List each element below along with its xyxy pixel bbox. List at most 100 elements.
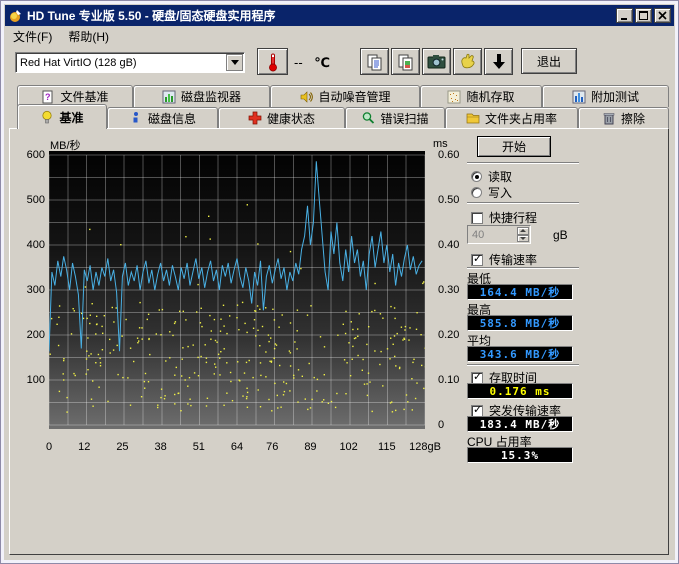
extra-tests-icon [572, 90, 586, 104]
avg-speed-display: 343.6 MB/秒 [467, 346, 573, 362]
minimize-button[interactable] [616, 8, 633, 23]
trash-icon [602, 111, 616, 125]
write-radio[interactable] [471, 187, 482, 198]
separator [467, 162, 579, 164]
separator [467, 364, 579, 366]
tab-aam[interactable]: 自动噪音管理 [270, 85, 420, 107]
transfer-rate-checkbox[interactable] [471, 254, 483, 266]
screenshot-button[interactable] [422, 48, 451, 75]
tab-label: 附加测试 [591, 88, 639, 105]
exit-button-label: 退出 [537, 53, 561, 70]
bulb-icon [40, 110, 54, 124]
close-icon [658, 11, 667, 20]
burst-rate-checkbox[interactable] [471, 405, 483, 417]
stepper-down-button[interactable] [517, 235, 529, 243]
tab-label: 自动噪音管理 [318, 88, 390, 105]
axis-tick-label: 0 [438, 418, 470, 432]
info-icon [129, 111, 143, 125]
read-radio[interactable] [471, 171, 482, 182]
chevron-down-icon [231, 60, 239, 65]
menu-item-help[interactable]: 帮助(H) [60, 26, 117, 47]
arrow-down-icon [491, 53, 507, 71]
tab-error-scan[interactable]: 错误扫描 [345, 107, 445, 128]
tab-label: 磁盘监视器 [181, 88, 241, 105]
minimize-icon [620, 11, 629, 20]
write-radio-label: 写入 [488, 184, 512, 201]
health-cross-icon [248, 111, 262, 125]
download-button[interactable] [484, 48, 513, 75]
tab-label: 擦除 [621, 110, 645, 127]
tab-label: 基准 [59, 109, 83, 126]
tab-erase[interactable]: 擦除 [578, 107, 669, 128]
axis-tick-label: 600 [15, 148, 45, 162]
short-stroke-checkbox[interactable] [471, 212, 483, 224]
max-speed-display: 585.8 MB/秒 [467, 315, 573, 331]
thermometer-icon [267, 52, 279, 72]
tab-benchmark[interactable]: 基准 [17, 104, 107, 129]
tab-folder-usage[interactable]: 文件夹占用率 [445, 107, 578, 128]
start-button[interactable]: 开始 [477, 136, 551, 157]
drive-select-arrow-button[interactable] [226, 54, 243, 71]
access-time-checkbox[interactable] [471, 372, 483, 384]
temperature-unit: ℃ [314, 55, 330, 70]
copy-icon [366, 53, 384, 71]
axis-tick-label: 0.20 [438, 328, 470, 342]
axis-tick-label: 100 [15, 373, 45, 387]
chevron-down-icon [520, 237, 526, 240]
copy-image-icon [397, 53, 415, 71]
tab-label: 错误扫描 [380, 110, 428, 127]
maximize-button[interactable] [635, 8, 652, 23]
short-stroke-size-value: 40 [472, 229, 484, 241]
random-access-icon [447, 90, 461, 104]
tab-random-access[interactable]: 随机存取 [420, 85, 542, 107]
drive-select[interactable]: Red Hat VirtIO (128 gB) [15, 52, 245, 73]
copy-button[interactable] [360, 48, 389, 75]
benchmark-plot [49, 151, 425, 429]
menu-item-file[interactable]: 文件(F) [5, 26, 60, 47]
title-bar: HD Tune 专业版 5.50 - 硬盘/固态硬盘实用程序 [5, 5, 674, 26]
temperature-readout: -- ℃ [294, 55, 330, 71]
menu-bar: 文件(F) 帮助(H) [5, 26, 674, 46]
axis-tick-label: 400 [15, 238, 45, 252]
temperature-value: -- [294, 55, 303, 70]
cpu-usage-display: 15.3% [467, 447, 573, 463]
svg-text:?: ? [45, 92, 51, 102]
disk-monitor-icon [162, 90, 176, 104]
tab-label: 健康状态 [267, 110, 315, 127]
start-button-label: 开始 [502, 138, 526, 155]
read-radio-label: 读取 [488, 168, 512, 185]
window-controls [614, 8, 671, 23]
axis-tick-label: 0.60 [438, 148, 470, 162]
camera-icon [427, 54, 446, 69]
copy-image-button[interactable] [391, 48, 420, 75]
axis-tick-label: 0.40 [438, 238, 470, 252]
axis-tick-label: 0.30 [438, 283, 470, 297]
axis-tick-label: 0.10 [438, 373, 470, 387]
short-stroke-size-stepper[interactable]: 40 [467, 225, 531, 244]
magnifier-icon [361, 111, 375, 125]
access-time-display: 0.176 ms [467, 383, 573, 399]
temperature-button[interactable] [257, 48, 288, 75]
separator [467, 202, 579, 204]
axis-tick-label: 300 [15, 283, 45, 297]
stepper-buttons [517, 227, 529, 242]
tab-label: 文件基准 [60, 88, 108, 105]
stepper-up-button[interactable] [517, 227, 529, 235]
maximize-icon [639, 11, 648, 20]
tab-health[interactable]: 健康状态 [218, 107, 345, 128]
exit-button[interactable]: 退出 [521, 48, 577, 74]
short-stroke-label: 快捷行程 [489, 209, 537, 226]
app-icon [8, 9, 22, 23]
tab-extra-tests[interactable]: 附加测试 [542, 85, 669, 107]
tab-disk-monitor[interactable]: 磁盘监视器 [133, 85, 270, 107]
axis-tick-label: 128gB [403, 441, 447, 453]
tab-label: 文件夹占用率 [485, 110, 557, 127]
axis-tick-label: 200 [15, 328, 45, 342]
file-benchmark-icon: ? [41, 90, 55, 104]
axis-tick-label: 500 [15, 193, 45, 207]
tab-disk-info[interactable]: 磁盘信息 [107, 107, 218, 128]
app-window: HD Tune 专业版 5.50 - 硬盘/固态硬盘实用程序 文件(F) 帮助(… [0, 0, 679, 564]
close-button[interactable] [654, 8, 671, 23]
chevron-up-icon [520, 229, 526, 232]
hand-button[interactable] [453, 48, 482, 75]
